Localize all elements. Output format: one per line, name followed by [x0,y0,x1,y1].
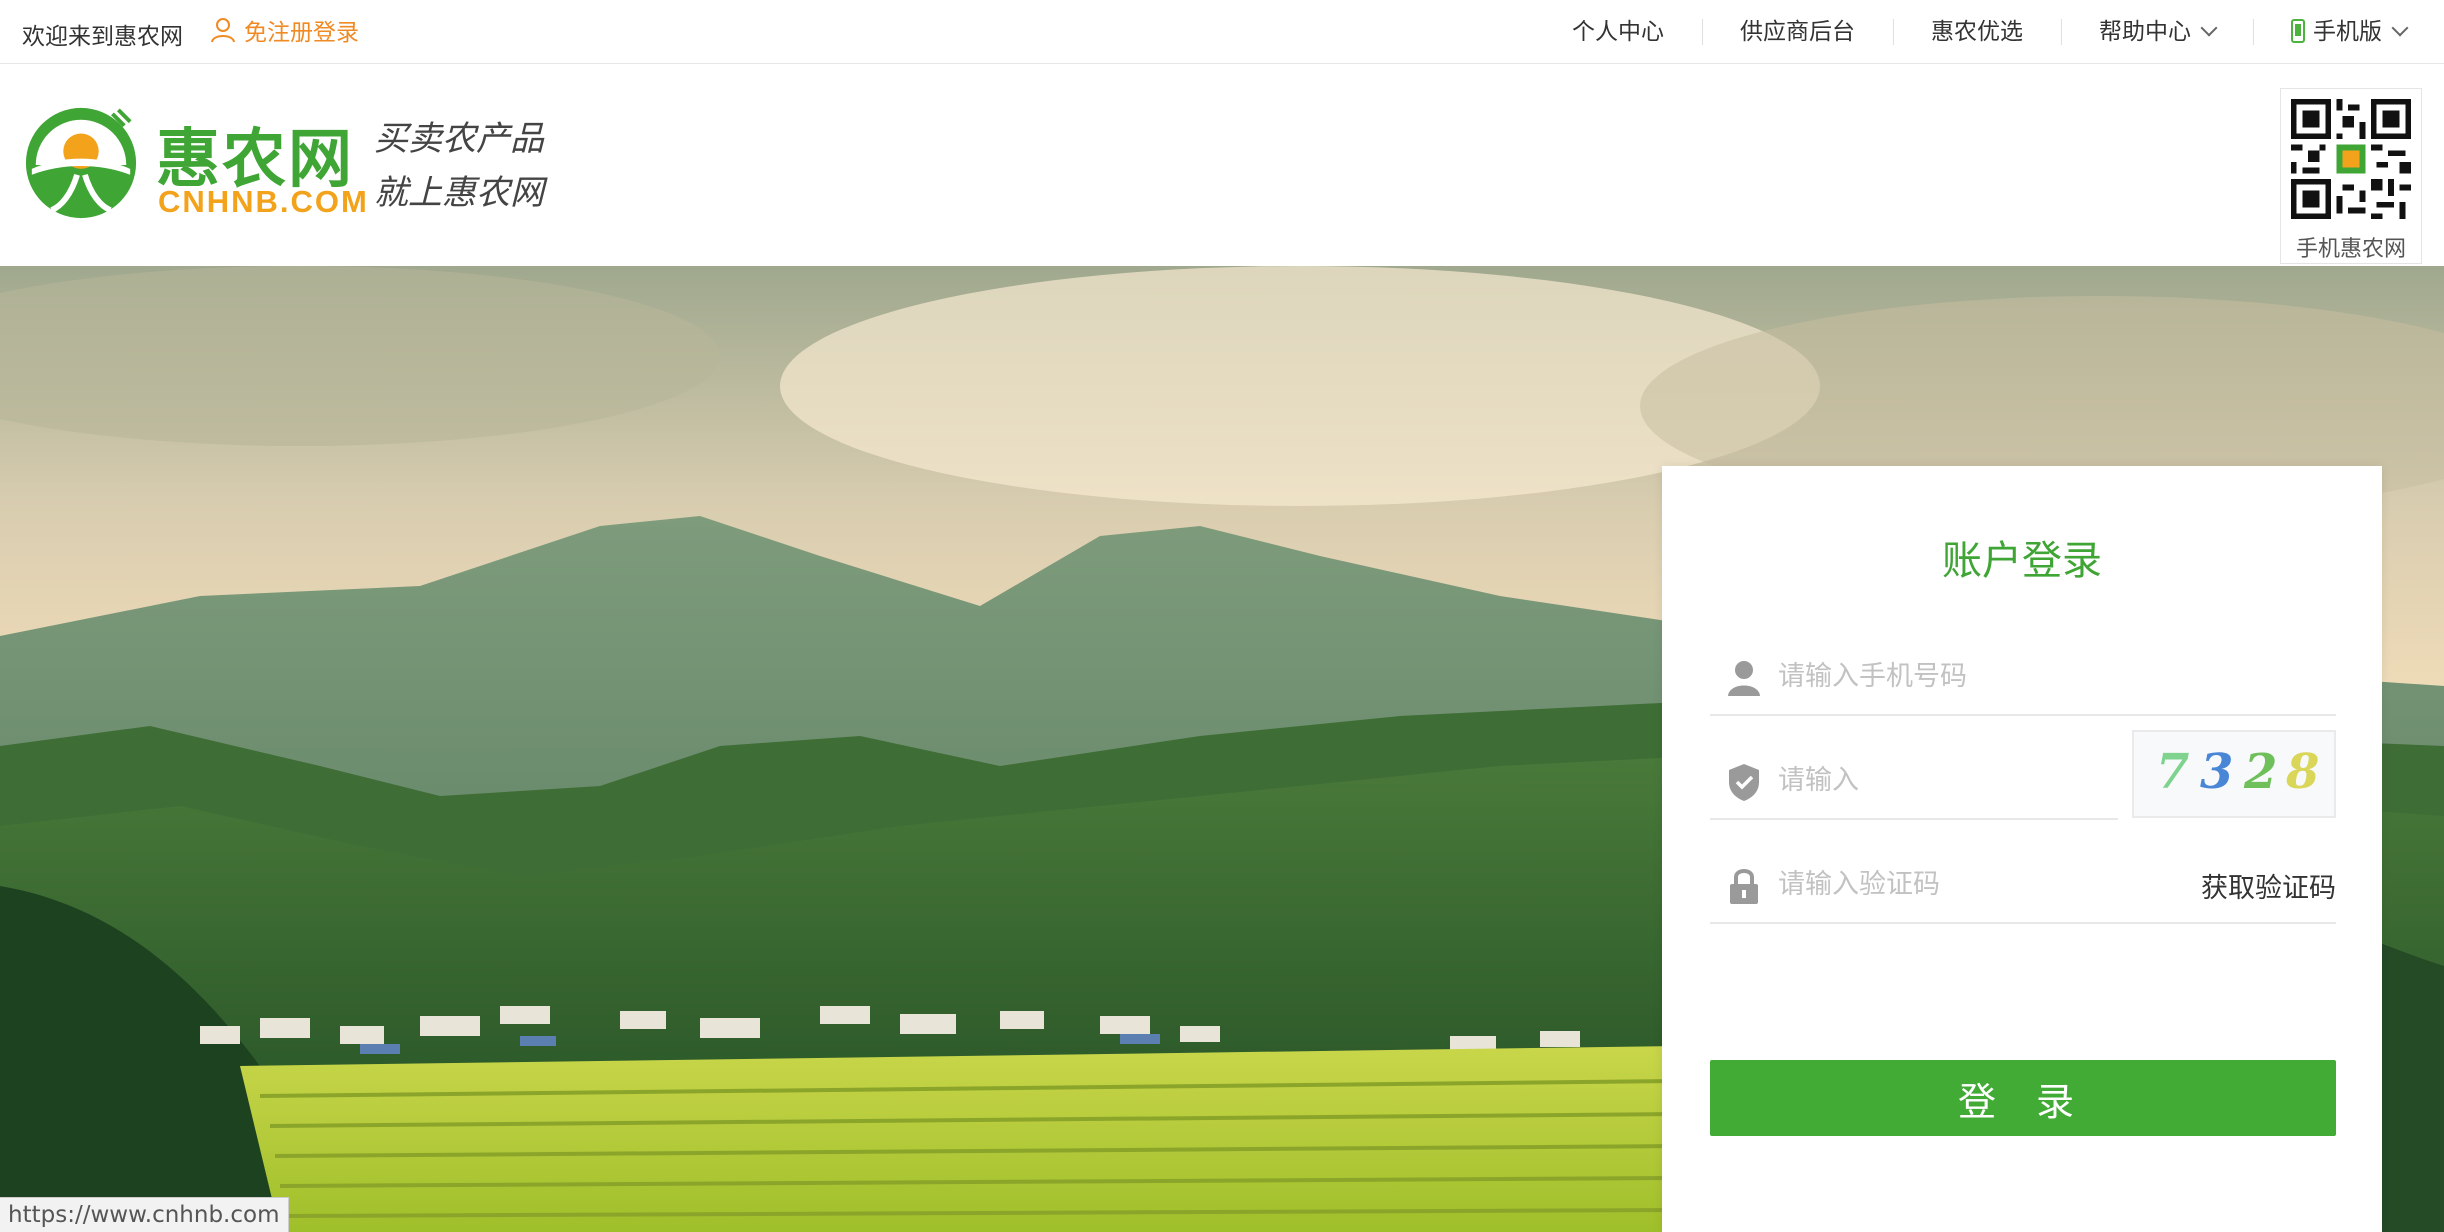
slogan-line-2: 就上惠农网 [374,173,544,213]
captcha-digit: 3 [2200,744,2234,800]
phone-input[interactable] [1776,652,2220,700]
sms-code-input[interactable] [1776,860,2220,908]
get-sms-code-button[interactable]: 获取验证码 [2201,866,2336,905]
captcha-digit: 7 [2156,744,2190,800]
brand-name-en: CNHNB.COM [158,184,369,219]
nav-personal-label: 个人中心 [1572,19,1664,45]
nav-supplier-backend[interactable]: 供应商后台 [1702,0,1893,64]
nav-help-center[interactable]: 帮助中心 [2061,0,2253,64]
nav-select-label: 惠农优选 [1931,19,2023,45]
user-icon [211,18,235,43]
captcha-image[interactable]: 7 3 2 8 [2132,730,2336,818]
slogan: 买卖农产品 就上惠农网 [374,112,544,220]
nav-supplier-label: 供应商后台 [1740,19,1855,45]
login-panel: 账户登录 7 3 2 8 获取验证码 登 录 [1662,466,2382,1232]
login-button[interactable]: 登 录 [1710,1060,2336,1136]
sms-code-field: 获取验证码 [1710,844,2336,924]
welcome-text: 欢迎来到惠农网 [22,24,183,50]
qr-caption: 手机惠农网 [2295,237,2406,262]
site-header: 惠农网 CNHNB.COM 买卖农产品 就上惠农网 手机惠农网 [0,64,2444,266]
register-label: 免注册登录 [244,20,359,46]
captcha-field [1710,740,2220,820]
status-url: https://www.cnhnb.com [0,1197,289,1232]
top-nav: 个人中心 供应商后台 惠农优选 帮助中心 手机版 [1534,0,2444,64]
slogan-line-1: 买卖农产品 [374,119,544,159]
nav-help-label: 帮助中心 [2099,19,2191,45]
nav-mobile-label: 手机版 [2313,19,2382,45]
login-title: 账户登录 [1942,538,2102,584]
qr-code-icon [2291,99,2411,219]
chevron-down-icon [2200,19,2218,37]
chevron-down-icon [2391,19,2409,37]
captcha-digit: 2 [2244,744,2278,800]
cnhnb-logo-icon[interactable] [22,104,140,222]
register-link[interactable]: 免注册登录 [208,13,359,47]
phone-field [1710,636,2336,716]
phone-icon [2291,19,2305,43]
qr-code-box: 手机惠农网 [2280,88,2422,264]
lock-icon [1730,869,1758,904]
nav-mobile[interactable]: 手机版 [2253,0,2444,64]
shield-icon [1729,764,1759,801]
captcha-digit: 8 [2286,744,2320,800]
user-icon [1728,661,1760,696]
nav-personal-center[interactable]: 个人中心 [1534,0,1702,64]
top-bar: 欢迎来到惠农网 免注册登录 个人中心 供应商后台 惠农优选 帮助中心 手机版 [0,0,2444,64]
nav-huinong-select[interactable]: 惠农优选 [1893,0,2061,64]
